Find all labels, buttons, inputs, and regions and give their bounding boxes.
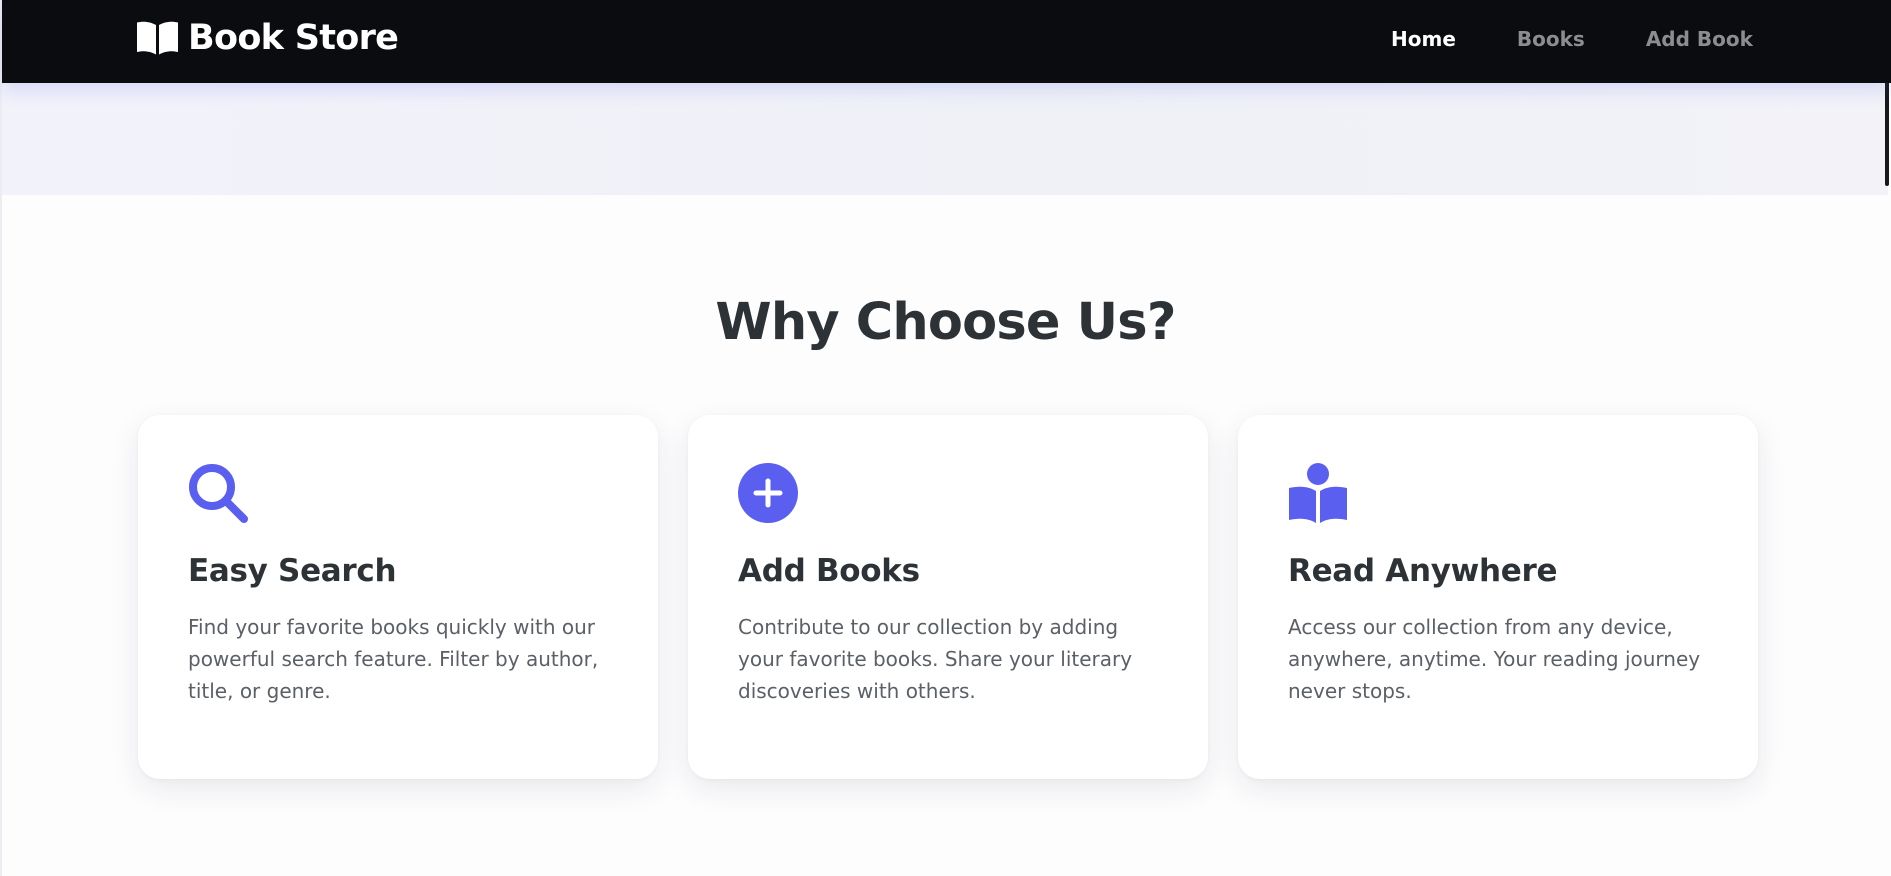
- feature-card-title: Read Anywhere: [1288, 553, 1558, 589]
- plus-circle-icon: [738, 463, 800, 525]
- feature-card-text: Access our collection from any device, a…: [1288, 615, 1701, 703]
- features-title: Why Choose Us?: [715, 293, 1176, 352]
- nav-books-link[interactable]: Books: [1517, 25, 1585, 53]
- nav-add-book-link[interactable]: Add Book: [1646, 25, 1753, 53]
- page: Book Store Home Books Add Book Why Choos…: [0, 0, 1891, 876]
- main-nav: Home Books Add Book: [1391, 25, 1753, 53]
- feature-card-read-anywhere: Read Anywhere Access our collection from…: [1238, 415, 1758, 779]
- feature-card-title: Easy Search: [188, 553, 397, 589]
- book-reader-icon: [1288, 463, 1350, 525]
- feature-card-text: Find your favorite books quickly with ou…: [188, 615, 599, 703]
- scrollbar-thumb[interactable]: [1885, 80, 1889, 186]
- feature-card-easy-search: Easy Search Find your favorite books qui…: [138, 415, 658, 779]
- nav-home-link[interactable]: Home: [1391, 25, 1456, 53]
- feature-card-title: Add Books: [738, 553, 920, 589]
- feature-card-add-books: Add Books Contribute to our collection b…: [688, 415, 1208, 779]
- search-icon: [188, 463, 250, 525]
- brand-name: Book Store: [188, 18, 399, 58]
- hero-section-bottom: [2, 83, 1888, 195]
- feature-card-text: Contribute to our collection by adding y…: [738, 615, 1133, 703]
- navbar: Book Store Home Books Add Book: [2, 0, 1891, 83]
- open-book-icon: [136, 21, 179, 56]
- brand-link[interactable]: Book Store: [136, 18, 399, 58]
